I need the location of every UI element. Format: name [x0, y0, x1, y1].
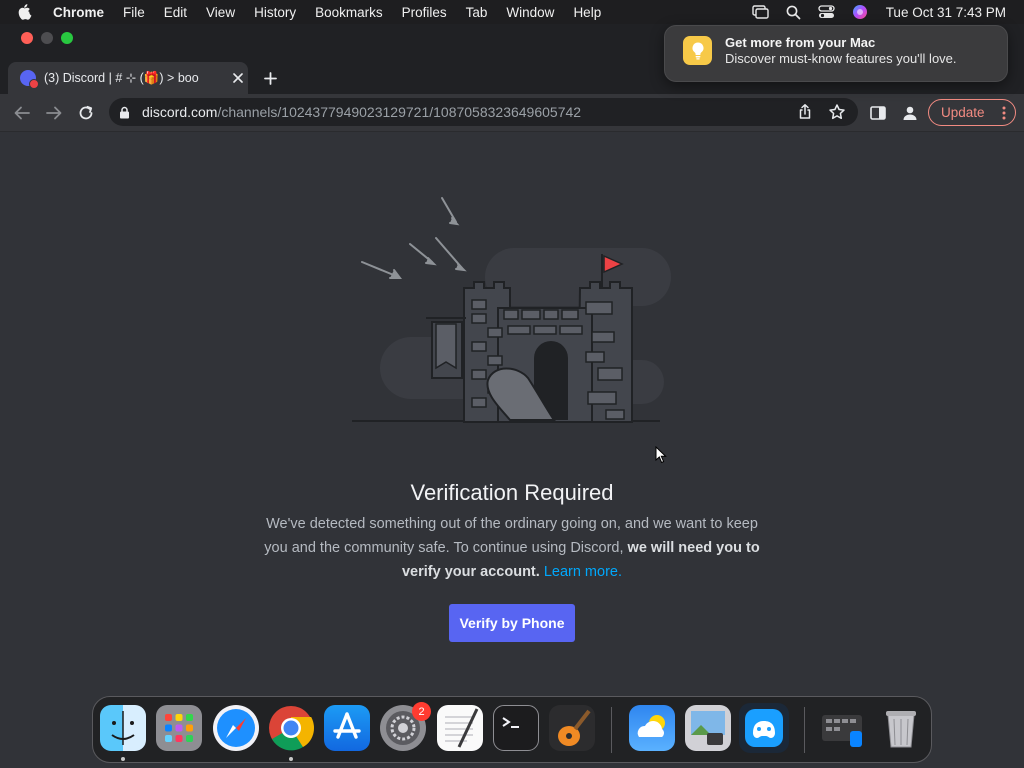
side-panel-icon[interactable]	[868, 103, 888, 123]
window-close-button[interactable]	[21, 32, 33, 44]
screen-mirroring-icon[interactable]	[752, 3, 770, 21]
update-label: Update	[941, 105, 985, 120]
finder-icon[interactable]	[100, 705, 146, 751]
siri-icon[interactable]	[851, 3, 869, 21]
share-icon[interactable]	[796, 103, 814, 121]
google-chrome-icon[interactable]	[268, 705, 314, 751]
apple-menu-icon[interactable]	[18, 3, 36, 21]
page-title: Verification Required	[410, 480, 614, 505]
verify-by-phone-button[interactable]: Verify by Phone	[449, 604, 575, 642]
menu-window[interactable]: Window	[506, 5, 554, 20]
address-bar[interactable]: discord.com/channels/1024377949023129721…	[109, 98, 858, 126]
more-menu-icon[interactable]	[1002, 106, 1006, 120]
menu-history[interactable]: History	[254, 5, 296, 20]
reload-icon[interactable]	[76, 103, 96, 123]
profile-avatar-icon[interactable]	[900, 103, 920, 123]
menu-file[interactable]: File	[123, 5, 145, 20]
macos-menu-bar: Chrome File Edit View History Bookmarks …	[0, 0, 1024, 24]
trash-icon[interactable]	[878, 705, 924, 751]
dock-separator	[611, 707, 612, 753]
menubar-clock[interactable]: Tue Oct 31 7:43 PM	[886, 5, 1006, 20]
castle-illustration	[352, 197, 671, 423]
verification-description: We've detected something out of the ordi…	[262, 512, 762, 584]
window-zoom-button[interactable]	[61, 32, 73, 44]
weather-icon[interactable]	[629, 705, 675, 751]
notification-body: Discover must-know features you'll love.	[725, 51, 957, 66]
menu-profiles[interactable]: Profiles	[402, 5, 447, 20]
update-button[interactable]: Update	[928, 99, 1016, 126]
tab-title: (3) Discord | # ⊹ (🎁) > boo	[44, 71, 199, 85]
discord-favicon-icon	[20, 70, 39, 89]
finder-running-indicator	[121, 757, 125, 761]
notification-badge-icon	[29, 79, 39, 89]
dock-separator-2	[804, 707, 805, 753]
spotlight-search-icon[interactable]	[785, 3, 803, 21]
mouse-cursor-icon	[655, 446, 667, 464]
safari-icon[interactable]	[213, 705, 259, 751]
app-store-icon[interactable]	[324, 705, 370, 751]
window-minimize-button[interactable]	[41, 32, 53, 44]
learn-more-link[interactable]: Learn more.	[544, 564, 622, 580]
menu-tab[interactable]: Tab	[466, 5, 488, 20]
mission-control-icon[interactable]	[820, 705, 866, 751]
url-host: discord.com	[142, 104, 218, 120]
notification-title: Get more from your Mac	[725, 35, 876, 50]
forward-arrow-icon[interactable]	[44, 103, 64, 123]
menu-help[interactable]: Help	[573, 5, 601, 20]
bookmark-star-icon[interactable]	[828, 103, 846, 121]
control-center-icon[interactable]	[818, 3, 836, 21]
url-path: /channels/1024377949023129721/1087058323…	[217, 104, 582, 120]
menu-view[interactable]: View	[206, 5, 235, 20]
textedit-icon[interactable]	[437, 705, 483, 751]
menu-edit[interactable]: Edit	[164, 5, 187, 20]
macos-notification[interactable]: Get more from your Mac Discover must-kno…	[664, 25, 1008, 82]
steam-link-icon[interactable]	[739, 703, 789, 753]
tab-close-icon[interactable]	[230, 70, 246, 86]
chrome-running-indicator	[289, 757, 293, 761]
preview-icon[interactable]	[685, 705, 731, 751]
launchpad-icon[interactable]	[156, 705, 202, 751]
menu-app-chrome[interactable]: Chrome	[53, 5, 104, 20]
settings-notification-badge: 2	[412, 702, 431, 721]
lock-icon[interactable]	[119, 105, 133, 119]
back-arrow-icon[interactable]	[12, 103, 32, 123]
terminal-icon[interactable]	[493, 705, 539, 751]
garageband-icon[interactable]	[549, 705, 595, 751]
lightbulb-icon	[683, 36, 712, 65]
new-tab-plus-icon[interactable]	[260, 68, 280, 88]
menu-bookmarks[interactable]: Bookmarks	[315, 5, 383, 20]
browser-tab-discord[interactable]: (3) Discord | # ⊹ (🎁) > boo	[8, 62, 248, 94]
